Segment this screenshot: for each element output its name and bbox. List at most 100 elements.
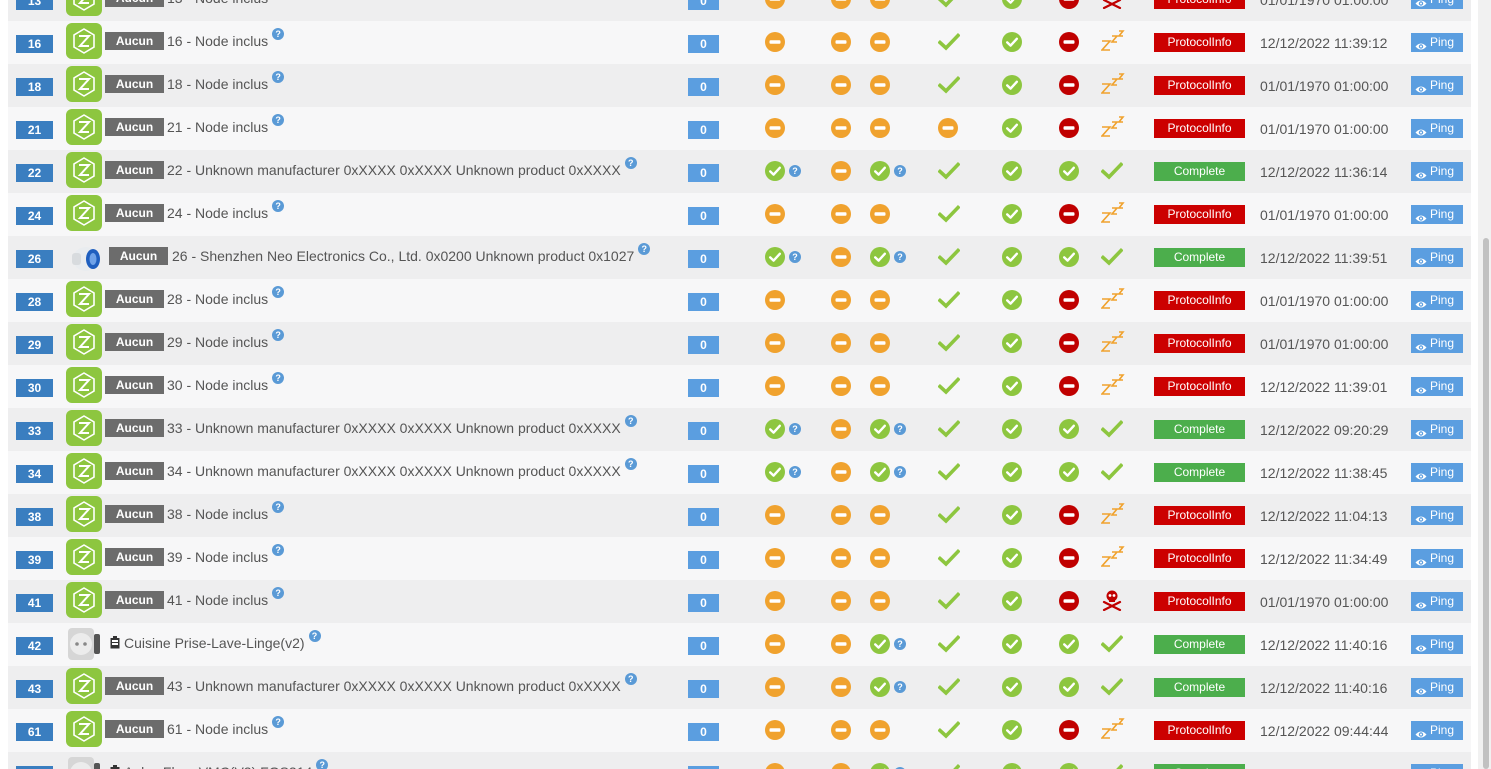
help-icon[interactable]: ? — [272, 544, 285, 556]
node-id-badge[interactable]: 41 — [16, 594, 53, 612]
help-icon[interactable]: ? — [272, 114, 285, 126]
ping-button[interactable]: Ping — [1411, 248, 1463, 267]
help-icon[interactable]: ? — [272, 501, 285, 513]
node-id-badge[interactable]: 21 — [16, 121, 53, 139]
help-icon[interactable]: ? — [272, 587, 285, 599]
ping-button[interactable]: Ping — [1411, 764, 1463, 769]
help-icon[interactable]: ? — [624, 157, 637, 169]
node-id-badge[interactable]: 29 — [16, 336, 53, 354]
table-row[interactable]: 39 Aucun 39 - Node inclus? 0 ProtocolInfo 12/… — [8, 537, 1471, 580]
node-name-link[interactable]: 61 - Node inclus? — [167, 716, 285, 738]
help-icon[interactable]: ? — [272, 71, 285, 83]
help-icon[interactable]: ? — [789, 423, 801, 435]
help-icon[interactable]: ? — [624, 415, 637, 427]
help-icon[interactable]: ? — [894, 681, 906, 693]
table-row[interactable]: 41 Aucun 41 - Node inclus? 0 ProtocolInfo 01/… — [8, 580, 1471, 623]
help-icon[interactable]: ? — [894, 423, 906, 435]
help-icon[interactable]: ? — [789, 165, 801, 177]
node-id-badge[interactable]: 30 — [16, 379, 53, 397]
node-id-badge[interactable]: 39 — [16, 551, 53, 569]
table-row[interactable]: 21 Aucun 21 - Node inclus? 0 ProtocolInfo 01/… — [8, 107, 1471, 150]
node-id-badge[interactable]: 34 — [16, 465, 53, 483]
table-row[interactable]: 22 Aucun 22 - Unknown manufacturer 0xXXXX … — [8, 150, 1471, 193]
table-row[interactable]: 34 Aucun 34 - Unknown manufacturer 0xXXXX … — [8, 451, 1471, 494]
node-name-link[interactable]: 16 - Node inclus? — [167, 28, 285, 50]
ping-button[interactable]: Ping — [1411, 377, 1463, 396]
help-icon[interactable]: ? — [272, 200, 285, 212]
help-icon[interactable]: ? — [894, 466, 906, 478]
table-row[interactable]: 43 Aucun 43 - Unknown manufacturer 0xXXXX … — [8, 666, 1471, 709]
ping-button[interactable]: Ping — [1411, 334, 1463, 353]
ping-button[interactable]: Ping — [1411, 635, 1463, 654]
node-name-link[interactable]: 33 - Unknown manufacturer 0xXXXX 0xXXXX … — [167, 415, 637, 437]
help-icon[interactable]: ? — [624, 673, 637, 685]
table-row[interactable]: 30 Aucun 30 - Node inclus? 0 ProtocolInfo 12/… — [8, 365, 1471, 408]
node-name-link[interactable]: 41 - Node inclus? — [167, 587, 285, 609]
node-name-link[interactable]: 28 - Node inclus? — [167, 286, 285, 308]
ping-button[interactable]: Ping — [1411, 291, 1463, 310]
ping-button[interactable]: Ping — [1411, 506, 1463, 525]
node-name-link[interactable]: 29 - Node inclus? — [167, 329, 285, 351]
node-name-link[interactable]: Cuisine Prise-Lave-Linge(v2)? — [124, 630, 321, 652]
ping-button[interactable]: Ping — [1411, 463, 1463, 482]
node-name-link[interactable]: 39 - Node inclus? — [167, 544, 285, 566]
ping-button[interactable]: Ping — [1411, 549, 1463, 568]
help-icon[interactable]: ? — [894, 251, 906, 263]
node-name-link[interactable]: Aplus Flora VMC(V2) FGS214? — [124, 759, 329, 769]
ping-button[interactable]: Ping — [1411, 678, 1463, 697]
node-id-badge[interactable]: 61 — [16, 723, 53, 741]
node-id-badge[interactable]: 26 — [16, 250, 53, 268]
help-icon[interactable]: ? — [638, 243, 651, 255]
ping-button[interactable]: Ping — [1411, 76, 1463, 95]
node-name-link[interactable]: 26 - Shenzhen Neo Electronics Co., Ltd. … — [172, 243, 651, 265]
ping-button[interactable]: Ping — [1411, 33, 1463, 52]
help-icon[interactable]: ? — [894, 638, 906, 650]
table-row[interactable]: 61 Aucun 61 - Node inclus? 0 ProtocolInfo 12/… — [8, 709, 1471, 752]
node-name-link[interactable]: 38 - Node inclus? — [167, 501, 285, 523]
help-icon[interactable]: ? — [272, 28, 285, 40]
help-icon[interactable]: ? — [789, 466, 801, 478]
help-icon[interactable]: ? — [789, 251, 801, 263]
ping-button[interactable]: Ping — [1411, 162, 1463, 181]
node-name-link[interactable]: 22 - Unknown manufacturer 0xXXXX 0xXXXX … — [167, 157, 637, 179]
node-name-link[interactable]: 21 - Node inclus? — [167, 114, 285, 136]
ping-button[interactable]: Ping — [1411, 205, 1463, 224]
table-row[interactable]: 13 Aucun13 - Node inclus? 0 ProtocolInfo 01/… — [8, 0, 1471, 21]
table-row[interactable]: 62Aplus Flora VMC(V2) FGS214?0?Complete1… — [8, 752, 1471, 769]
node-id-badge[interactable]: 43 — [16, 680, 53, 698]
table-row[interactable]: 26 Aucun 26 - Shenzhen Neo Electronics Co.… — [8, 236, 1471, 279]
node-id-badge[interactable]: 42 — [16, 637, 53, 655]
ping-button[interactable]: Ping — [1411, 420, 1463, 439]
node-id-badge[interactable]: 18 — [16, 78, 53, 96]
node-id-badge[interactable]: 16 — [16, 35, 53, 53]
node-id-badge[interactable]: 13 — [16, 0, 53, 10]
node-id-badge[interactable]: 28 — [16, 293, 53, 311]
table-row[interactable]: 16 Aucun 16 - Node inclus? 0 ProtocolInfo 12/… — [8, 21, 1471, 64]
table-row[interactable]: 28 Aucun 28 - Node inclus? 0 ProtocolInfo 01/… — [8, 279, 1471, 322]
ping-button[interactable]: Ping — [1411, 119, 1463, 138]
table-row[interactable]: 18 Aucun 18 - Node inclus? 0 ProtocolInfo 01/… — [8, 64, 1471, 107]
node-name-link[interactable]: 24 - Node inclus? — [167, 200, 285, 222]
node-name-link[interactable]: 34 - Unknown manufacturer 0xXXXX 0xXXXX … — [167, 458, 637, 480]
help-icon[interactable]: ? — [272, 286, 285, 298]
ping-button[interactable]: Ping — [1411, 721, 1463, 740]
help-icon[interactable]: ? — [272, 716, 285, 728]
help-icon[interactable]: ? — [272, 329, 285, 341]
node-id-badge[interactable]: 22 — [16, 164, 53, 182]
node-id-badge[interactable]: 33 — [16, 422, 53, 440]
node-id-badge[interactable]: 24 — [16, 207, 53, 225]
node-name-link[interactable]: 43 - Unknown manufacturer 0xXXXX 0xXXXX … — [167, 673, 637, 695]
help-icon[interactable]: ? — [272, 372, 285, 384]
help-icon[interactable]: ? — [624, 458, 637, 470]
table-row[interactable]: 29 Aucun 29 - Node inclus? 0 ProtocolInfo 01/… — [8, 322, 1471, 365]
ping-button[interactable]: Ping — [1411, 592, 1463, 611]
scrollbar-thumb[interactable] — [1483, 238, 1489, 769]
help-icon[interactable]: ? — [308, 630, 321, 642]
node-name-link[interactable]: 30 - Node inclus? — [167, 372, 285, 394]
help-icon[interactable]: ? — [894, 165, 906, 177]
help-icon[interactable]: ? — [316, 759, 329, 769]
node-name-link[interactable]: 13 - Node inclus? — [167, 0, 284, 7]
table-row[interactable]: 33 Aucun 33 - Unknown manufacturer 0xXXXX … — [8, 408, 1471, 451]
table-row[interactable]: 24 Aucun 24 - Node inclus? 0 ProtocolInfo 01/… — [8, 193, 1471, 236]
node-name-link[interactable]: 18 - Node inclus? — [167, 71, 285, 93]
